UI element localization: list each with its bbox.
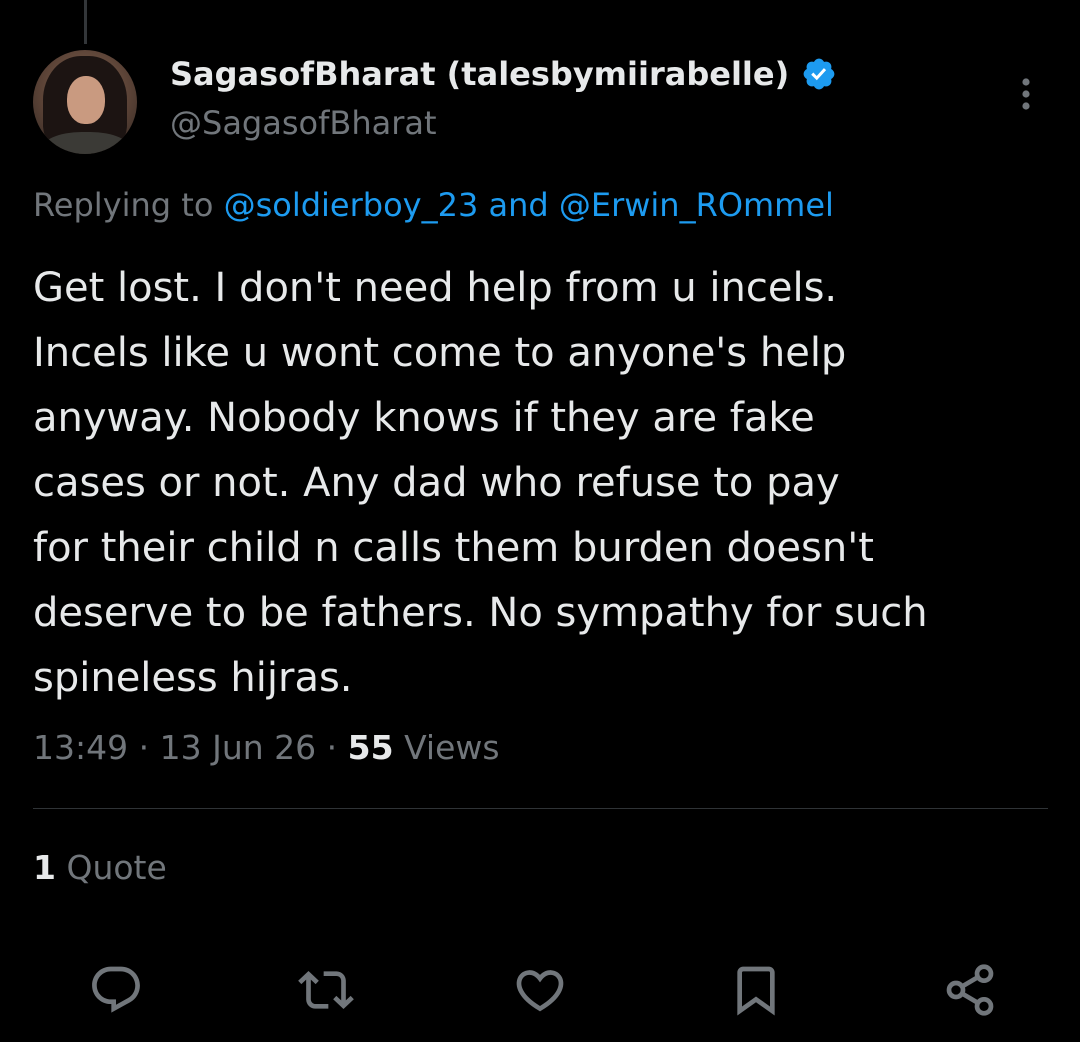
bookmark-button[interactable] (728, 962, 784, 1018)
quote-label[interactable]: Quote (66, 848, 166, 887)
tweet-text-line: deserve to be fathers. No sympathy for s… (33, 590, 928, 636)
like-icon (516, 970, 564, 1012)
reply-icon (92, 966, 140, 1013)
share-icon (946, 964, 994, 1016)
mention-link[interactable]: @Erwin_ROmmel (559, 186, 834, 224)
views-label[interactable]: Views (404, 728, 500, 767)
thread-connector-line (84, 0, 87, 44)
tweet-detail-page: SagasofBharat (talesbymiirabelle) @Sagas… (0, 0, 1080, 1042)
quote-count[interactable]: 1 (33, 848, 56, 887)
tweet-text-line: for their child n calls them burden does… (33, 525, 874, 571)
mention-link[interactable]: @soldierboy_23 (224, 186, 479, 224)
like-button[interactable] (512, 962, 568, 1018)
tweet-text-line: Incels like u wont come to anyone's help (33, 330, 847, 376)
retweet-button[interactable] (298, 962, 354, 1018)
replying-prefix: Replying to (33, 186, 214, 224)
mention-conjunction[interactable]: and (488, 186, 548, 224)
author-display-name[interactable]: SagasofBharat (talesbymiirabelle) (170, 55, 789, 93)
tweet-text-line: Get lost. I don't need help from u incel… (33, 265, 838, 311)
tweet-text-line: cases or not. Any dad who refuse to pay (33, 460, 840, 506)
author-name-row[interactable]: SagasofBharat (talesbymiirabelle) (170, 52, 837, 96)
tweet-text: Get lost. I don't need help from u incel… (33, 256, 1053, 711)
meta-separator: · (326, 728, 338, 767)
verified-badge-icon (803, 58, 835, 90)
retweet-icon (298, 971, 354, 1009)
tweet-meta: 13:49 · 13 Jun 26 · 55 Views (33, 728, 500, 767)
meta-separator: · (138, 728, 150, 767)
tweet-text-line: spineless hijras. (33, 655, 353, 701)
divider (33, 808, 1048, 809)
reply-button[interactable] (88, 962, 144, 1018)
quotes-stat[interactable]: 1 Quote (33, 848, 167, 887)
more-options-icon[interactable] (1010, 74, 1042, 114)
avatar-face (67, 76, 105, 124)
avatar[interactable] (33, 50, 137, 154)
views-count[interactable]: 55 (348, 728, 394, 767)
bookmark-icon (737, 966, 775, 1016)
tweet-date[interactable]: 13 Jun 26 (160, 728, 317, 767)
share-button[interactable] (942, 962, 998, 1018)
tweet-time[interactable]: 13:49 (33, 728, 128, 767)
replying-to-line: Replying to @soldierboy_23 and @Erwin_RO… (33, 186, 834, 224)
author-handle[interactable]: @SagasofBharat (170, 104, 437, 142)
tweet-text-line: anyway. Nobody knows if they are fake (33, 395, 815, 441)
